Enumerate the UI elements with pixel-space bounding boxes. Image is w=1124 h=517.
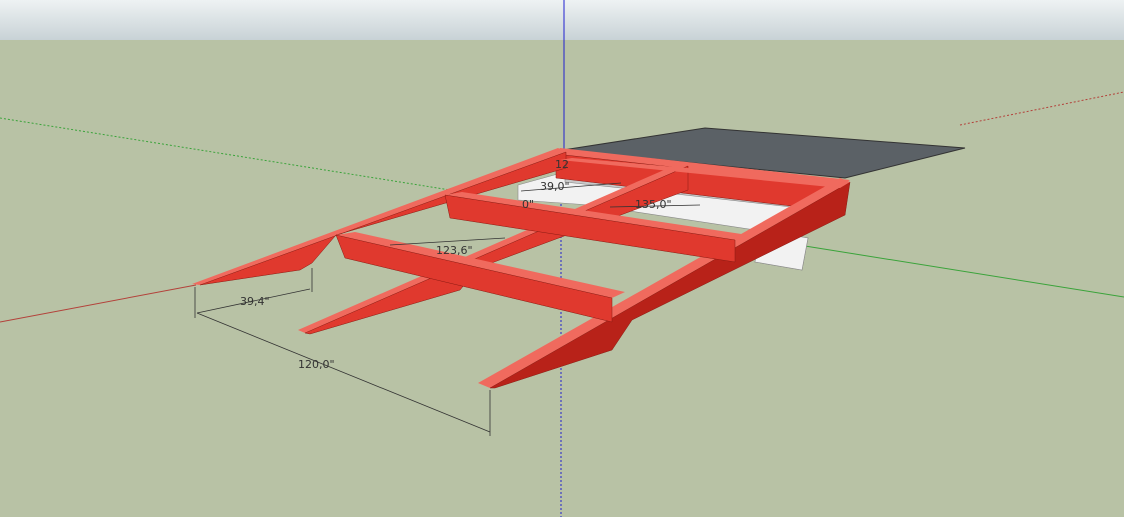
dimension-diagonal[interactable]: 123,6"	[436, 244, 473, 257]
modeling-viewport[interactable]: 120,0" 39,4" 123,6" 39,0" 135,0" 0" 12	[0, 0, 1124, 517]
dimension-outer-spacing[interactable]: 39,4"	[240, 295, 270, 308]
green-axis-solid	[804, 245, 1124, 298]
dimension-rear-width[interactable]: 39,0"	[540, 180, 570, 193]
dimension-overall-length[interactable]: 120,0"	[298, 358, 335, 371]
red-axis-dotted	[959, 91, 1124, 126]
dimension-tiny-mark[interactable]: 12	[555, 158, 569, 171]
3d-scene[interactable]: 120,0" 39,4" 123,6" 39,0" 135,0" 0" 12	[0, 0, 1124, 517]
axes	[0, 0, 1124, 517]
dimension-small-mark[interactable]: 0"	[522, 198, 534, 211]
green-axis-dotted	[0, 117, 451, 191]
red-axis-solid	[0, 284, 197, 323]
dimension-rear-length[interactable]: 135,0"	[635, 198, 672, 211]
